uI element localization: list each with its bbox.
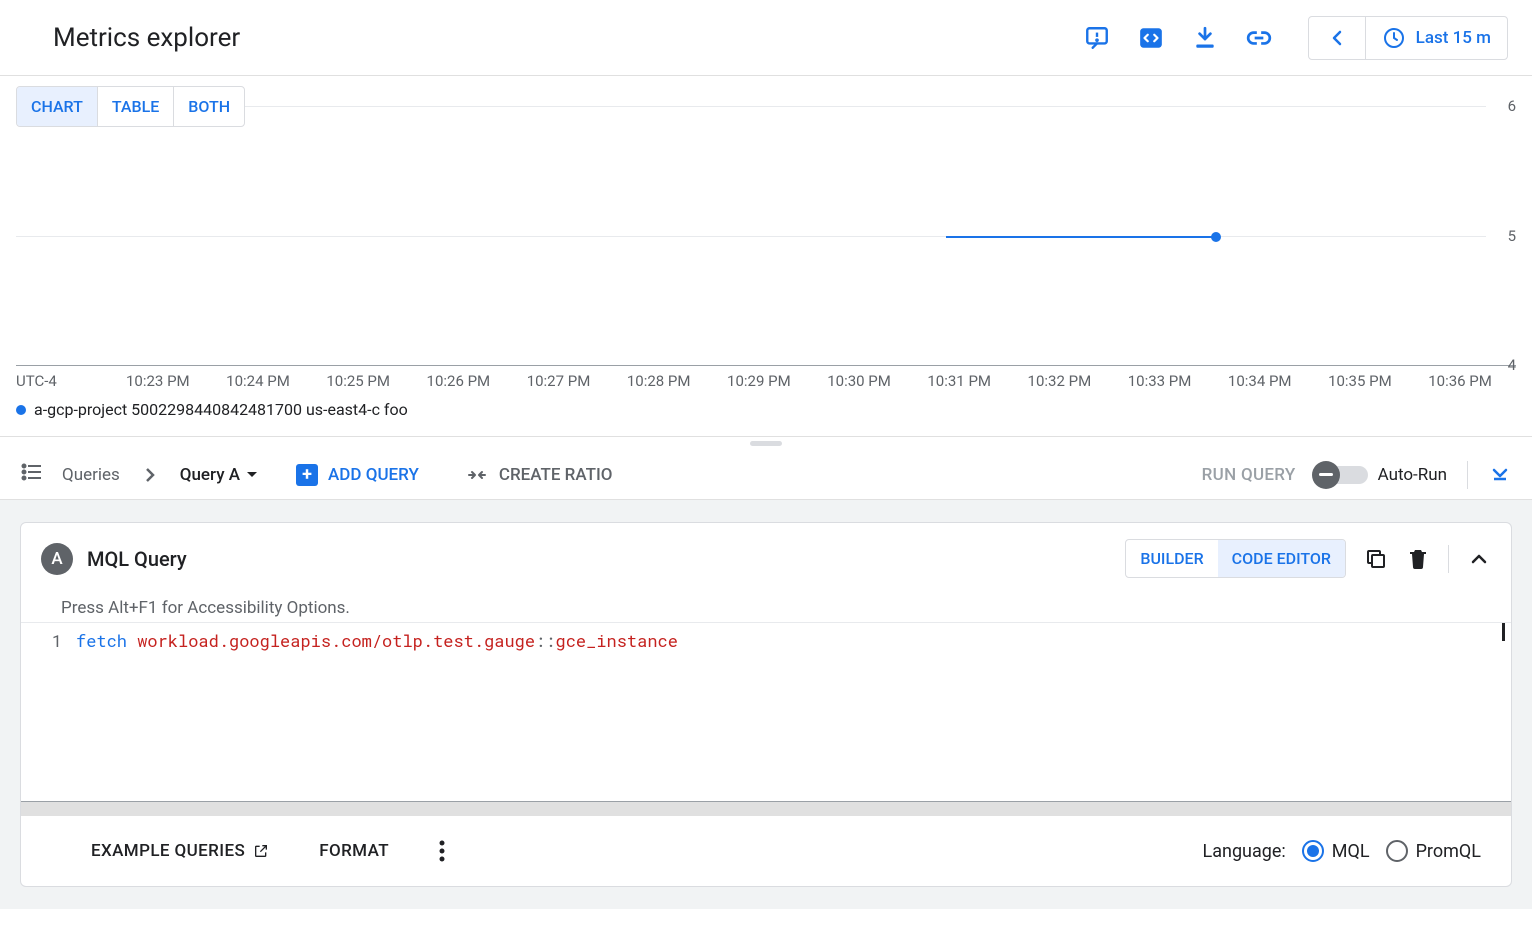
x-tick: 10:34 PM: [1228, 372, 1292, 390]
code-editor[interactable]: 1 fetch workload.googleapis.com/otlp.tes…: [21, 622, 1511, 802]
token-keyword: fetch: [76, 629, 127, 652]
query-badge: A: [41, 543, 73, 575]
time-range-prev-button[interactable]: [1309, 17, 1366, 59]
builder-button[interactable]: BUILDER: [1126, 540, 1217, 577]
app-header: Metrics explorer Last 15 m: [0, 0, 1532, 76]
kebab-icon: [439, 840, 445, 862]
more-menu-button[interactable]: [439, 840, 445, 862]
collapse-panel-icon[interactable]: [1467, 547, 1491, 571]
example-queries-button[interactable]: EXAMPLE QUERIES: [91, 841, 269, 861]
radio-promql[interactable]: PromQL: [1386, 840, 1481, 862]
code-editor-button[interactable]: CODE EDITOR: [1218, 540, 1345, 577]
delete-icon[interactable]: [1406, 547, 1430, 571]
link-icon[interactable]: [1246, 25, 1272, 51]
x-tick: 10:36 PM: [1428, 372, 1492, 390]
auto-run-toggle[interactable]: Auto-Run: [1316, 465, 1447, 485]
accessibility-hint: Press Alt+F1 for Accessibility Options.: [21, 594, 1511, 622]
x-tick: 10:23 PM: [126, 372, 190, 390]
caret-down-icon: [246, 471, 258, 479]
y-tick: 6: [1508, 97, 1516, 115]
time-range-label: Last 15 m: [1416, 28, 1491, 48]
x-tick: 10:30 PM: [827, 372, 891, 390]
current-query-dropdown[interactable]: Query A: [180, 465, 258, 485]
time-range-picker: Last 15 m: [1308, 16, 1508, 60]
resize-handle[interactable]: [0, 436, 1532, 450]
ratio-icon: [467, 467, 487, 483]
example-queries-label: EXAMPLE QUERIES: [91, 841, 245, 861]
panel-footer: EXAMPLE QUERIES FORMAT Language: MQL Pro…: [21, 816, 1511, 886]
editor-mode-toggle: BUILDER CODE EDITOR: [1125, 539, 1346, 578]
token-resource: gce_instance: [556, 629, 678, 652]
horizontal-scrollbar[interactable]: [21, 802, 1511, 816]
run-query-button[interactable]: RUN QUERY: [1202, 465, 1296, 485]
chevron-right-icon: [138, 463, 162, 487]
panel-header: A MQL Query BUILDER CODE EDITOR: [21, 523, 1511, 594]
token-path: workload.googleapis.com/otlp.test.gauge: [137, 629, 535, 652]
divider: [1448, 545, 1449, 573]
chart-area: 6 5 4 UTC-4 10:23 PM 10:24 PM 10:25 PM 1…: [16, 86, 1516, 436]
copy-icon[interactable]: [1364, 547, 1388, 571]
x-tick: 10:29 PM: [727, 372, 791, 390]
tab-chart[interactable]: CHART: [17, 87, 98, 126]
query-panel: A MQL Query BUILDER CODE EDITOR Pres: [20, 522, 1512, 887]
chart-legend: a-gcp-project 5002298440842481700 us-eas…: [16, 390, 1516, 419]
x-tick: 10:24 PM: [226, 372, 290, 390]
timezone-label: UTC-4: [16, 372, 76, 390]
legend-swatch: [16, 405, 26, 415]
create-ratio-button[interactable]: CREATE RATIO: [467, 465, 613, 485]
add-query-label: ADD QUERY: [328, 465, 419, 485]
query-title: MQL Query: [87, 547, 187, 571]
query-bar: Queries Query A + ADD QUERY CREATE RATIO…: [0, 450, 1532, 500]
current-query-label: Query A: [180, 465, 240, 485]
x-tick: 10:33 PM: [1128, 372, 1192, 390]
collapse-button[interactable]: [1488, 461, 1512, 489]
token-punct: ::: [535, 629, 555, 652]
code-line: fetch workload.googleapis.com/otlp.test.…: [76, 623, 678, 801]
tab-both[interactable]: BOTH: [174, 87, 244, 126]
x-tick: 10:27 PM: [527, 372, 591, 390]
plus-icon: +: [296, 464, 318, 486]
chart-series-line: [946, 236, 1216, 238]
language-selector: Language: MQL PromQL: [1203, 840, 1481, 862]
y-tick: 5: [1508, 227, 1516, 245]
radio-promql-label: PromQL: [1416, 841, 1481, 862]
auto-run-label: Auto-Run: [1378, 465, 1447, 485]
language-label: Language:: [1203, 841, 1286, 862]
queries-list-icon[interactable]: [20, 460, 44, 489]
legend-label: a-gcp-project 5002298440842481700 us-eas…: [34, 400, 408, 419]
radio-mql[interactable]: MQL: [1302, 840, 1370, 862]
y-tick: 4: [1508, 356, 1516, 374]
code-icon[interactable]: [1138, 25, 1164, 51]
tab-table[interactable]: TABLE: [98, 87, 174, 126]
format-button[interactable]: FORMAT: [319, 841, 389, 861]
x-tick: 10:35 PM: [1328, 372, 1392, 390]
add-query-button[interactable]: + ADD QUERY: [296, 464, 419, 486]
time-range-button[interactable]: Last 15 m: [1366, 26, 1507, 50]
x-tick: 10:28 PM: [627, 372, 691, 390]
chart-plot[interactable]: 6 5 4: [16, 106, 1516, 366]
external-link-icon: [253, 843, 269, 859]
radio-mql-label: MQL: [1332, 841, 1370, 862]
line-number: 1: [21, 623, 76, 801]
header-actions: Last 15 m: [1084, 16, 1516, 60]
create-ratio-label: CREATE RATIO: [499, 465, 613, 485]
divider: [1467, 461, 1468, 489]
x-tick: 10:31 PM: [927, 372, 991, 390]
feedback-icon[interactable]: [1084, 25, 1110, 51]
x-tick: 10:26 PM: [427, 372, 491, 390]
view-mode-toggle: CHART TABLE BOTH: [16, 86, 245, 127]
download-icon[interactable]: [1192, 25, 1218, 51]
page-title: Metrics explorer: [40, 14, 253, 62]
chart-x-axis: UTC-4 10:23 PM 10:24 PM 10:25 PM 10:26 P…: [16, 366, 1516, 390]
x-tick: 10:25 PM: [326, 372, 390, 390]
x-tick: 10:32 PM: [1028, 372, 1092, 390]
queries-label: Queries: [62, 465, 120, 485]
